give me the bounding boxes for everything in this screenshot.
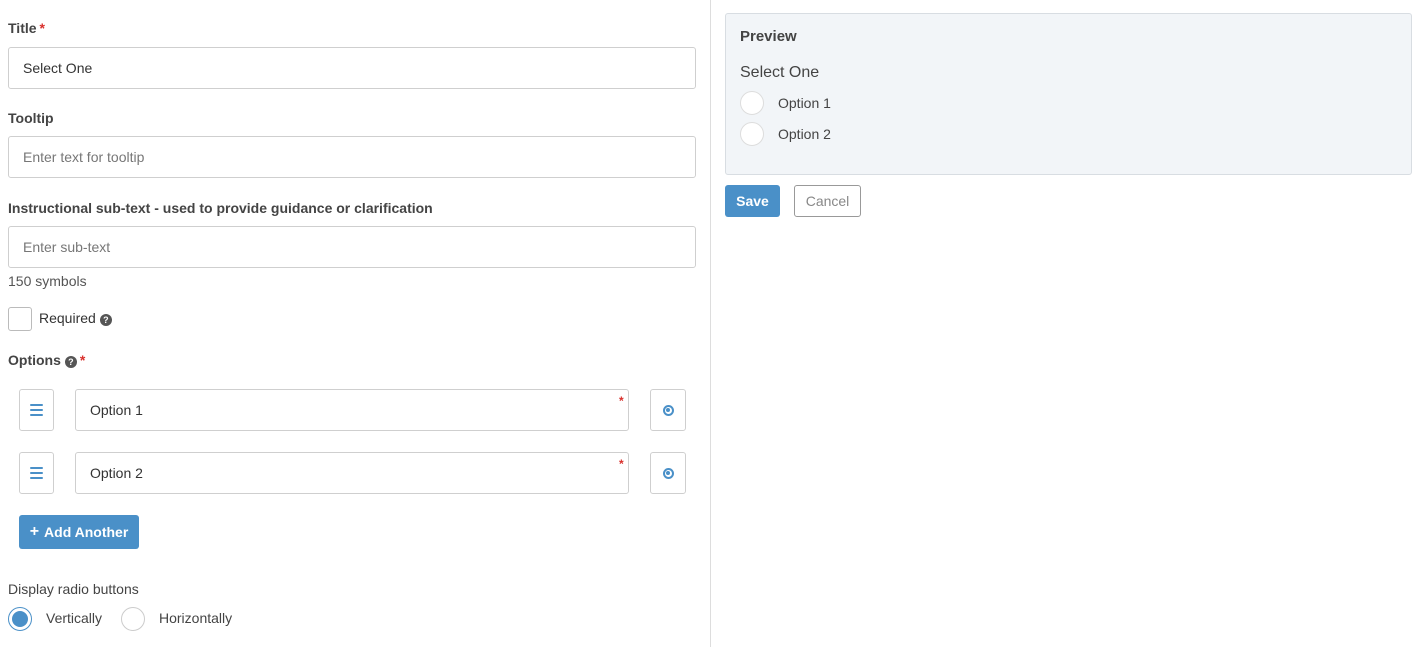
add-another-label: Add Another — [44, 524, 129, 540]
plus-icon: + — [29, 523, 40, 540]
title-label-text: Title — [8, 20, 37, 36]
title-input[interactable] — [8, 47, 696, 89]
cancel-button[interactable]: Cancel — [794, 185, 861, 217]
subtext-char-limit: 150 symbols — [8, 273, 87, 289]
required-mark: * — [79, 352, 86, 368]
options-label-text: Options — [8, 352, 61, 368]
preview-question: Select One — [740, 64, 820, 81]
remove-option-button[interactable] — [650, 389, 686, 431]
horizontal-radio[interactable] — [121, 607, 145, 631]
required-mark: * — [39, 20, 45, 36]
required-checkbox-label: Required? — [39, 310, 112, 326]
preview-panel: Preview Select One Option 1 Option 2 Sav… — [711, 0, 1419, 647]
subtext-label: Instructional sub-text - used to provide… — [8, 200, 433, 216]
options-label: Options? * — [8, 352, 85, 368]
preview-radio[interactable] — [740, 91, 764, 115]
drag-handle-icon[interactable] — [19, 389, 54, 431]
save-button[interactable]: Save — [725, 185, 780, 217]
drag-handle-icon[interactable] — [19, 452, 54, 494]
display-radio-label: Display radio buttons — [8, 581, 139, 597]
vertical-radio[interactable] — [8, 607, 32, 631]
field-editor-panel: Title* Tooltip Instructional sub-text - … — [0, 0, 711, 647]
preview-option-label: Option 1 — [778, 95, 831, 111]
vertical-radio-label: Vertically — [46, 610, 103, 626]
help-icon[interactable]: ? — [99, 314, 112, 326]
required-checkbox[interactable] — [8, 307, 32, 331]
subtext-input[interactable] — [8, 226, 696, 268]
tooltip-input[interactable] — [8, 136, 696, 178]
preview-heading: Preview — [740, 28, 797, 45]
preview-box: Preview Select One Option 1 Option 2 — [725, 13, 1412, 175]
title-label: Title * — [8, 20, 45, 36]
preview-option-label: Option 2 — [778, 126, 831, 142]
horizontal-radio-label: Horizontally — [159, 610, 233, 626]
remove-option-button[interactable] — [650, 452, 686, 494]
preview-radio[interactable] — [740, 122, 764, 146]
remove-circle-icon — [662, 404, 674, 416]
tooltip-label: Tooltip — [8, 110, 54, 126]
required-mark: * — [619, 394, 624, 408]
help-icon[interactable]: ? — [64, 356, 77, 368]
option-input[interactable] — [75, 389, 629, 431]
option-input[interactable] — [75, 452, 629, 494]
remove-circle-icon — [662, 467, 674, 479]
add-another-button[interactable]: + Add Another — [19, 515, 139, 549]
option-row: * — [19, 389, 686, 431]
option-row: * — [19, 452, 686, 494]
required-label-text: Required — [39, 310, 96, 326]
required-mark: * — [619, 457, 624, 471]
